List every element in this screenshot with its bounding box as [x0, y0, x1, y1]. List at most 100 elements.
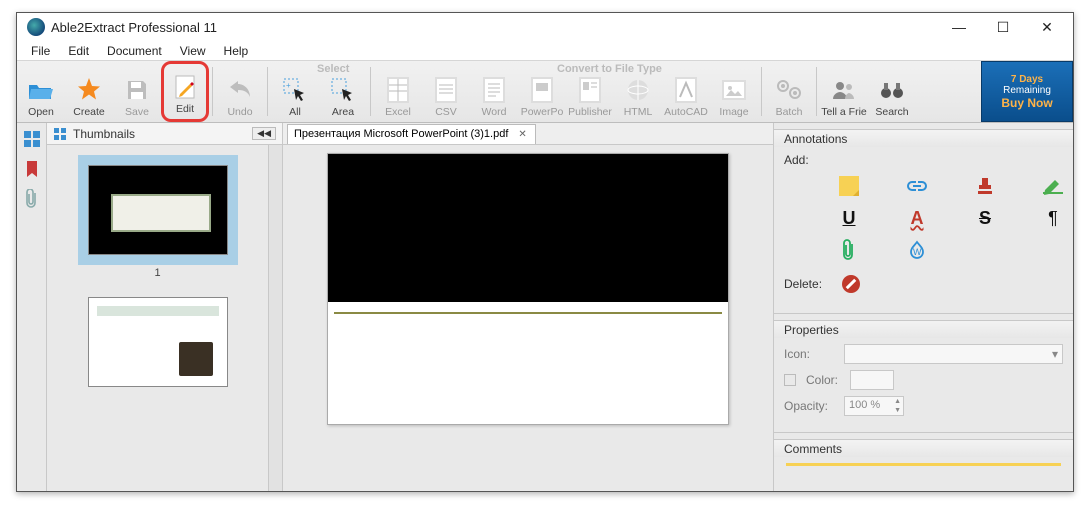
maximize-button[interactable]: ☐ [981, 13, 1025, 41]
edit-button[interactable]: Edit [161, 61, 209, 122]
undo-icon [226, 76, 254, 104]
thumbnails-panel: Thumbnails ◀◀ 1 [47, 123, 283, 491]
bookmarks-rail-icon[interactable] [22, 159, 42, 179]
attachments-rail-icon[interactable] [22, 189, 42, 209]
excel-button[interactable]: Excel [374, 61, 422, 122]
opacity-value: 100 % [849, 399, 880, 411]
window-title: Able2Extract Professional 11 [51, 20, 937, 35]
tab-close-icon[interactable]: ✕ [516, 129, 528, 140]
cursor-all-icon: + [281, 76, 309, 104]
tell-label: Tell a Frie [821, 106, 867, 118]
toolbar: Select Convert to File Type Open Create … [17, 61, 1073, 123]
image-button[interactable]: Image [710, 61, 758, 122]
collapse-button[interactable]: ◀◀ [252, 127, 276, 140]
autocad-button[interactable]: AutoCAD [662, 61, 710, 122]
menu-help[interactable]: Help [216, 42, 257, 60]
menu-file[interactable]: File [23, 42, 58, 60]
thumbnails-rail-icon[interactable] [22, 129, 42, 149]
separator [816, 67, 817, 116]
link-icon[interactable] [904, 175, 930, 197]
separator [370, 67, 371, 116]
select-all-button[interactable]: + All [271, 61, 319, 122]
squiggly-icon[interactable]: A [904, 207, 930, 229]
thumbnail-page-1[interactable]: 1 [55, 155, 260, 279]
powerpoint-icon [528, 76, 556, 104]
image-icon [720, 76, 748, 104]
create-label: Create [73, 106, 105, 118]
group-label-select: Select [317, 63, 349, 75]
close-button[interactable]: ✕ [1025, 13, 1069, 41]
document-tabbar: Презентация Microsoft PowerPoint (3)1.pd… [283, 123, 773, 145]
color-checkbox[interactable] [784, 374, 796, 386]
promo-buy: Buy Now [1001, 96, 1052, 110]
area-label: Area [332, 106, 354, 118]
color-label: Color: [806, 373, 840, 387]
open-button[interactable]: Open [17, 61, 65, 122]
sticky-note-icon[interactable] [836, 175, 862, 197]
menu-edit[interactable]: Edit [60, 42, 97, 60]
strikeout-icon[interactable]: S [972, 207, 998, 229]
highlight-icon[interactable] [1040, 175, 1066, 197]
promo-remaining: Remaining [1003, 85, 1051, 96]
watermark-icon[interactable]: W [904, 239, 930, 261]
create-button[interactable]: Create [65, 61, 113, 122]
document-tab-label: Презентация Microsoft PowerPoint (3)1.pd… [294, 128, 508, 140]
html-label: HTML [624, 106, 653, 118]
separator [761, 67, 762, 116]
delete-icon[interactable] [838, 273, 864, 295]
stamp-icon[interactable] [972, 175, 998, 197]
page-black-region [328, 154, 728, 302]
thumbnail-number: 1 [154, 267, 160, 279]
properties-panel: Properties Icon: ▾ Color: Opacity: 100 %… [774, 314, 1073, 433]
main-body: Thumbnails ◀◀ 1 Презентац [17, 123, 1073, 491]
menu-document[interactable]: Document [99, 42, 170, 60]
icon-dropdown[interactable]: ▾ [844, 344, 1063, 364]
html-icon [624, 76, 652, 104]
tell-friend-button[interactable]: Tell a Frie [820, 61, 868, 122]
edit-label: Edit [176, 103, 194, 115]
thumbnail-page-2[interactable] [55, 293, 260, 391]
page-viewport[interactable] [283, 145, 773, 491]
document-tab[interactable]: Презентация Microsoft PowerPoint (3)1.pd… [287, 124, 536, 144]
right-panel: Annotations Add: U A S ¶ W Del [773, 123, 1073, 491]
app-window: Able2Extract Professional 11 — ☐ ✕ File … [16, 12, 1074, 492]
titlebar: Able2Extract Professional 11 — ☐ ✕ [17, 13, 1073, 41]
autocad-label: AutoCAD [664, 106, 708, 118]
pencil-icon [171, 73, 199, 101]
people-icon [830, 76, 858, 104]
word-label: Word [482, 106, 507, 118]
batch-label: Batch [776, 106, 803, 118]
save-icon [123, 76, 151, 104]
thumbnail-image [88, 297, 228, 387]
batch-button[interactable]: Batch [765, 61, 813, 122]
publisher-icon [576, 76, 604, 104]
save-button[interactable]: Save [113, 61, 161, 122]
folder-open-icon [27, 76, 55, 104]
promo-box[interactable]: 7 Days Remaining Buy Now [981, 61, 1073, 122]
caret-icon[interactable]: ¶ [1040, 207, 1066, 229]
attachment-icon[interactable] [836, 239, 862, 261]
minimize-button[interactable]: — [937, 13, 981, 41]
csv-icon [432, 76, 460, 104]
word-button[interactable]: Word [470, 61, 518, 122]
underline-icon[interactable]: U [836, 207, 862, 229]
batch-icon [775, 76, 803, 104]
star-icon [75, 76, 103, 104]
undo-label: Undo [227, 106, 252, 118]
color-swatch[interactable] [850, 370, 894, 390]
annotations-title: Annotations [774, 129, 1073, 147]
open-label: Open [28, 106, 54, 118]
properties-title: Properties [774, 320, 1073, 338]
comments-highlight-bar [786, 463, 1061, 466]
add-label: Add: [784, 153, 828, 167]
page-divider [334, 312, 722, 314]
undo-button[interactable]: Undo [216, 61, 264, 122]
delete-label: Delete: [784, 277, 828, 291]
opacity-spinner[interactable]: 100 % ▲▼ [844, 396, 904, 416]
group-label-convert: Convert to File Type [557, 63, 662, 75]
thumbnails-scrollbar[interactable] [268, 145, 282, 491]
menu-view[interactable]: View [172, 42, 214, 60]
csv-button[interactable]: CSV [422, 61, 470, 122]
publisher-label: Publisher [568, 106, 612, 118]
search-button[interactable]: Search [868, 61, 916, 122]
